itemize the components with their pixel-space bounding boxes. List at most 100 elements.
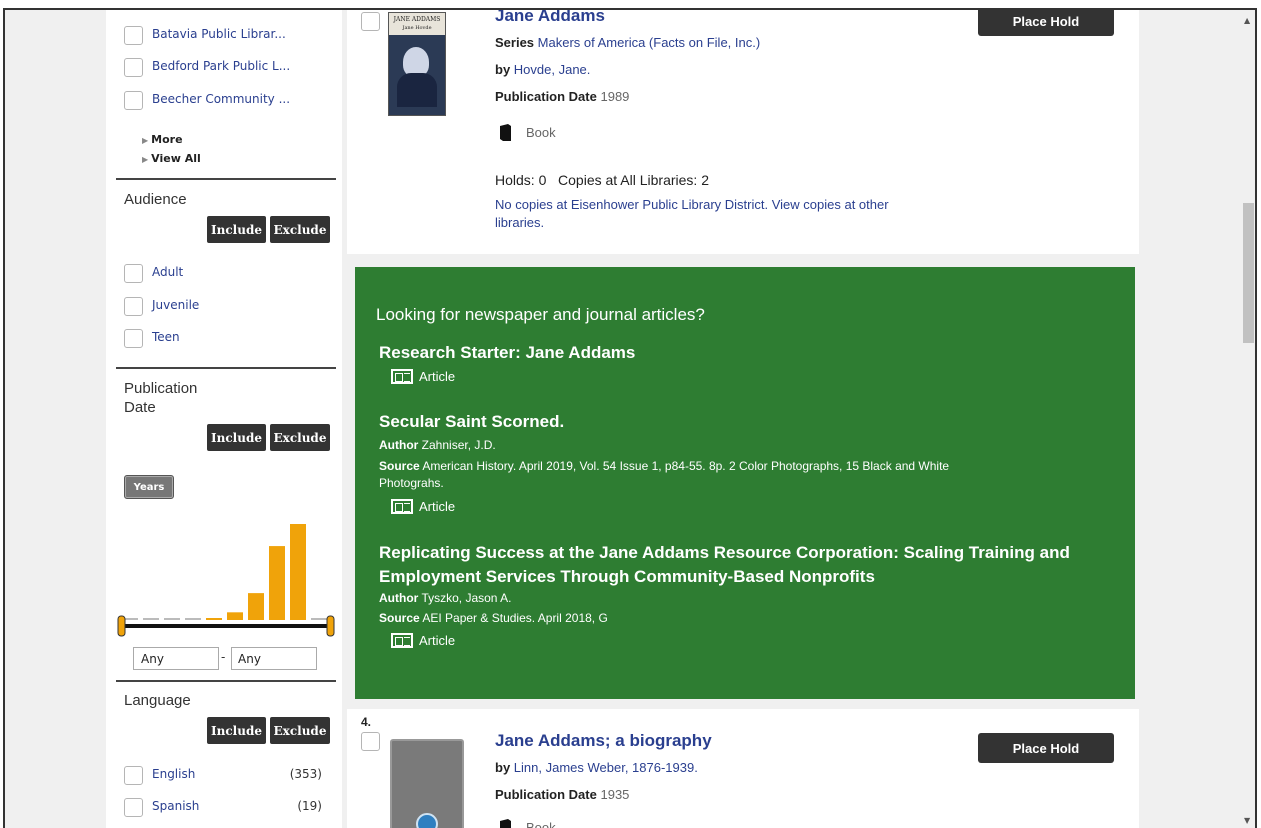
article-title-link[interactable]: Secular Saint Scorned. xyxy=(379,412,564,432)
articles-heading: Looking for newspaper and journal articl… xyxy=(376,305,705,324)
facet-audience-juvenile[interactable]: Juvenile xyxy=(152,298,199,312)
checkbox-language-spanish[interactable] xyxy=(124,798,143,817)
scroll-up-arrow-icon[interactable]: ▲ xyxy=(1244,16,1250,25)
result-card: JANE ADDAMS Jane Hovde Jane Addams Serie… xyxy=(347,10,1139,254)
article-type-label: Article xyxy=(419,369,456,384)
pubdate-value: 1989 xyxy=(600,89,630,104)
place-hold-button[interactable]: Place Hold xyxy=(978,10,1114,36)
article-source-row: Source American History. April 2019, Vol… xyxy=(379,458,949,492)
article-title-link[interactable]: Replicating Success at the Jane Addams R… xyxy=(379,541,1070,589)
checkbox-audience-teen[interactable] xyxy=(124,329,143,348)
histogram-bar[interactable] xyxy=(143,618,159,620)
pubdate-heading-line2: Date xyxy=(124,399,156,416)
language-heading: Language xyxy=(124,692,191,709)
book-icon xyxy=(500,124,511,141)
checkbox-library-batavia[interactable] xyxy=(124,26,143,45)
checkbox-library-bedford[interactable] xyxy=(124,58,143,77)
article-author: Tyszko, Jason A. xyxy=(421,591,512,605)
article-type-label: Article xyxy=(419,633,456,648)
view-all-label: View All xyxy=(151,152,201,165)
language-exclude-button[interactable]: Exclude xyxy=(270,717,330,744)
audience-heading: Audience xyxy=(124,191,187,208)
histogram-bar[interactable] xyxy=(164,618,180,620)
article-type-label: Article xyxy=(419,499,456,514)
series-link[interactable]: Makers of America (Facts on File, Inc.) xyxy=(538,35,761,50)
audience-include-button[interactable]: Include xyxy=(207,216,266,243)
histogram-bar[interactable] xyxy=(311,618,327,620)
facet-divider xyxy=(116,367,336,369)
left-gutter xyxy=(5,10,106,828)
availability-line: libraries. xyxy=(495,215,545,230)
article-type: Article xyxy=(391,369,455,384)
result-title-link[interactable]: Jane Addams xyxy=(495,10,605,26)
language-include-button[interactable]: Include xyxy=(207,717,266,744)
result-select-checkbox[interactable] xyxy=(361,12,380,31)
browser-viewport: Batavia Public Librar... Bedford Park Pu… xyxy=(3,8,1257,828)
checkbox-library-beecher[interactable] xyxy=(124,91,143,110)
scroll-down-arrow-icon[interactable]: ▼ xyxy=(1244,816,1250,825)
author-row: by Linn, James Weber, 1876-1939. xyxy=(495,760,698,775)
histogram-bar[interactable] xyxy=(290,524,306,620)
facet-language-spanish[interactable]: Spanish xyxy=(152,799,199,813)
view-all-link[interactable]: ▶ View All xyxy=(142,152,201,165)
article-title-line: Employment Services Through Community-Ba… xyxy=(379,567,875,586)
cover-title: JANE ADDAMS xyxy=(393,16,441,23)
years-toggle-button[interactable]: Years xyxy=(124,475,174,499)
article-source: AEI Paper & Studies. April 2018, G xyxy=(422,611,608,625)
cover-portrait-body xyxy=(397,73,437,107)
article-title-link[interactable]: Research Starter: Jane Addams xyxy=(379,343,635,363)
article-author-row: Author Zahniser, J.D. xyxy=(379,438,496,452)
checkbox-audience-juvenile[interactable] xyxy=(124,297,143,316)
facet-library-batavia[interactable]: Batavia Public Librar... xyxy=(152,27,286,41)
articles-panel: Looking for newspaper and journal articl… xyxy=(355,267,1135,699)
result-title-link[interactable]: Jane Addams; a biography xyxy=(495,731,712,751)
pubdate-from-input[interactable] xyxy=(133,647,219,670)
article-icon xyxy=(391,369,413,384)
more-link[interactable]: ▶ More xyxy=(142,133,183,146)
series-label: Series xyxy=(495,35,535,50)
pubdate-label: Publication Date xyxy=(495,89,597,104)
pubdate-value: 1935 xyxy=(600,787,630,802)
histogram-bar[interactable] xyxy=(185,618,201,620)
range-separator: - xyxy=(221,650,226,664)
by-label: by xyxy=(495,62,511,77)
slider-handle-min[interactable] xyxy=(117,615,126,637)
book-cover-image[interactable]: JANE ADDAMS Jane Hovde xyxy=(388,12,446,116)
book-cover-placeholder[interactable] xyxy=(390,739,464,828)
results-list: JANE ADDAMS Jane Hovde Jane Addams Serie… xyxy=(347,10,1139,828)
histogram-bar[interactable] xyxy=(227,612,243,620)
pubdate-heading: Publication Date xyxy=(124,379,197,417)
author-link[interactable]: Linn, James Weber, 1876-1939. xyxy=(514,760,698,775)
place-hold-button[interactable]: Place Hold xyxy=(978,733,1114,763)
scrollbar-thumb[interactable] xyxy=(1243,203,1254,343)
histogram-bar[interactable] xyxy=(248,593,264,620)
availability-link[interactable]: No copies at Eisenhower Public Library D… xyxy=(495,196,889,232)
audience-exclude-button[interactable]: Exclude xyxy=(270,216,330,243)
facet-library-bedford[interactable]: Bedford Park Public L... xyxy=(152,59,290,73)
author-label: Author xyxy=(379,438,419,452)
pubdate-include-button[interactable]: Include xyxy=(207,424,266,451)
vertical-scrollbar[interactable]: ▲ ▼ xyxy=(1240,10,1255,828)
result-select-checkbox[interactable] xyxy=(361,732,380,751)
checkbox-audience-adult[interactable] xyxy=(124,264,143,283)
facet-audience-adult[interactable]: Adult xyxy=(152,265,183,279)
facet-library-beecher[interactable]: Beecher Community ... xyxy=(152,92,290,106)
format-label: Book xyxy=(526,125,556,140)
facet-count: (19) xyxy=(297,799,322,813)
slider-handle-max[interactable] xyxy=(326,615,335,637)
source-label: Source xyxy=(379,611,420,625)
article-type: Article xyxy=(391,633,455,648)
facet-language-english[interactable]: English xyxy=(152,767,195,781)
facet-sidebar: Batavia Public Librar... Bedford Park Pu… xyxy=(106,10,342,828)
histogram-bar[interactable] xyxy=(269,546,285,620)
histogram-bar[interactable] xyxy=(206,618,222,620)
checkbox-language-english[interactable] xyxy=(124,766,143,785)
author-link[interactable]: Hovde, Jane. xyxy=(514,62,591,77)
result-number: 4. xyxy=(361,715,372,729)
pubdate-exclude-button[interactable]: Exclude xyxy=(270,424,330,451)
book-icon xyxy=(500,819,511,828)
article-type: Article xyxy=(391,499,455,514)
facet-audience-teen[interactable]: Teen xyxy=(152,330,180,344)
pubdate-to-input[interactable] xyxy=(231,647,317,670)
facet-divider xyxy=(116,680,336,682)
